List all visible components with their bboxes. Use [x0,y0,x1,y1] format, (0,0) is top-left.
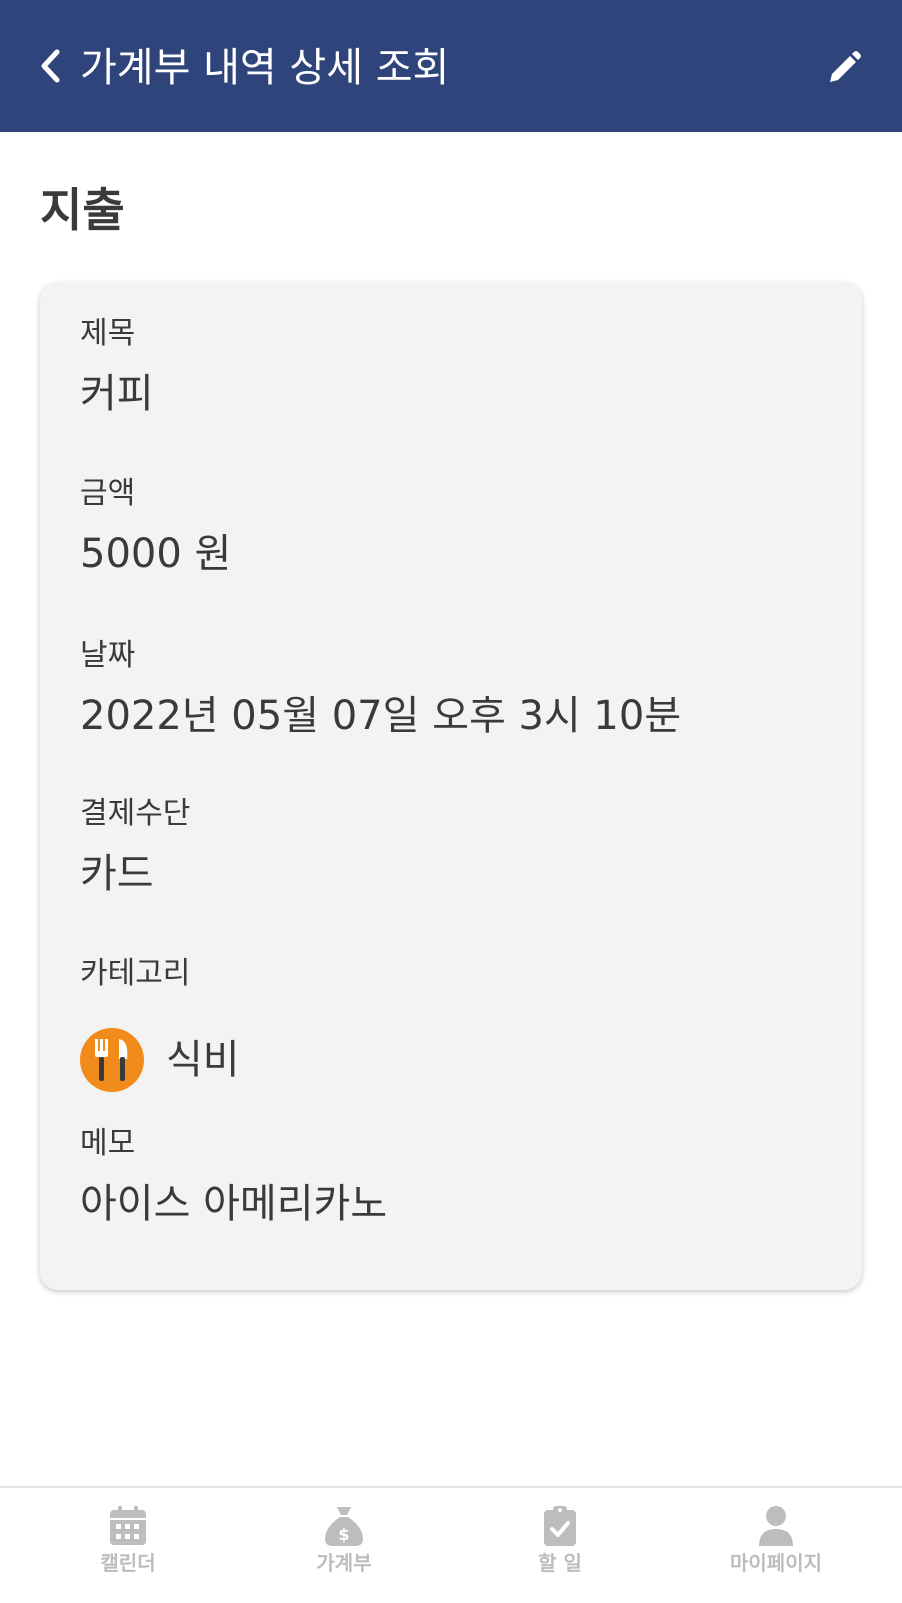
svg-text:$: $ [338,1525,349,1544]
nav-label-todo: 할 일 [538,1551,582,1575]
title-label: 제목 [80,316,136,351]
nav-label-ledger: 가계부 [316,1551,372,1575]
transaction-type-heading: 지출 [40,183,125,237]
nav-label-mypage: 마이페이지 [730,1551,822,1575]
nav-item-todo[interactable]: 할 일 [470,1504,650,1576]
payment-method-label: 결제수단 [80,796,191,831]
memo-label: 메모 [80,1126,136,1161]
money-bag-icon: $ [322,1504,366,1548]
detail-card: 제목 커피 금액 5000 원 날짜 2022년 05월 07일 오후 3시 1… [40,282,862,1290]
payment-method-value: 카드 [80,851,154,897]
app-header: 가계부 내역 상세 조회 [0,0,902,132]
calendar-icon [106,1504,150,1548]
page-title: 가계부 내역 상세 조회 [80,45,450,91]
amount-value: 5000 원 [80,531,232,577]
title-value: 커피 [80,371,154,417]
nav-item-calendar[interactable]: 캘린더 [38,1504,218,1576]
edit-button[interactable] [824,50,864,90]
app-root: 가계부 내역 상세 조회 지출 제목 커피 금액 5000 원 날짜 2022년… [0,0,902,1603]
date-label: 날짜 [80,638,136,673]
pencil-icon [826,50,862,90]
nav-item-ledger[interactable]: $ 가계부 [254,1504,434,1576]
clipboard-check-icon [538,1504,582,1548]
nav-label-calendar: 캘린더 [100,1551,156,1575]
chevron-left-icon [37,47,63,89]
bottom-navigation: 캘린더 $ 가계부 할 일 마이페이지 [0,1486,902,1603]
date-value: 2022년 05월 07일 오후 3시 10분 [80,693,682,739]
category-row: 식비 [80,1028,240,1092]
back-button[interactable] [30,48,70,88]
fork-knife-icon [80,1028,144,1092]
amount-label: 금액 [80,476,136,511]
category-label: 카테고리 [80,956,191,991]
user-icon [754,1504,798,1548]
category-value: 식비 [166,1037,240,1083]
memo-value: 아이스 아메리카노 [80,1181,388,1227]
nav-item-mypage[interactable]: 마이페이지 [686,1504,866,1576]
